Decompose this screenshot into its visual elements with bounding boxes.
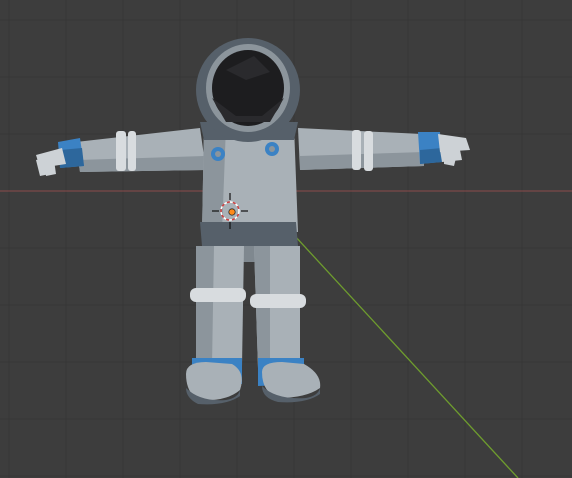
viewport-canvas[interactable] — [0, 0, 572, 478]
3d-viewport[interactable] — [0, 0, 572, 478]
object-origin-dot — [228, 208, 236, 216]
helmet — [196, 38, 300, 142]
torso — [200, 122, 298, 262]
right-leg — [250, 246, 306, 368]
left-leg — [190, 246, 246, 368]
right-arm — [298, 128, 442, 171]
